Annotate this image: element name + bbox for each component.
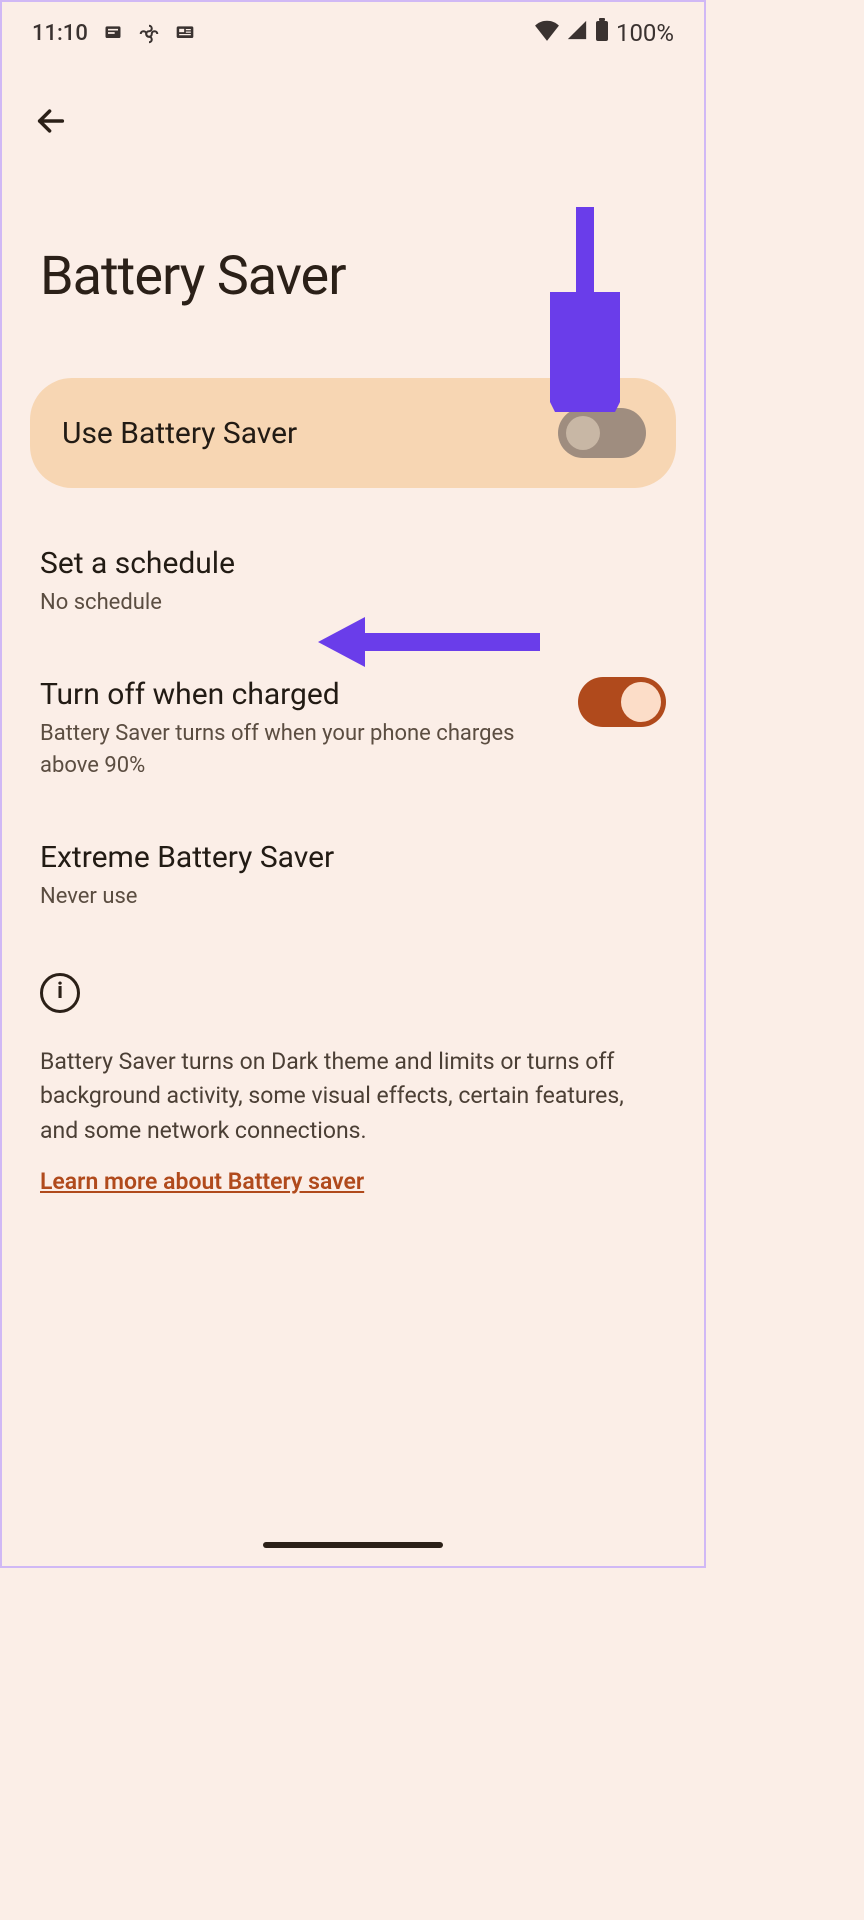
status-left: 11:10 [32, 21, 196, 46]
turn-off-when-charged-row[interactable]: Turn off when charged Battery Saver turn… [40, 677, 666, 782]
learn-more-link[interactable]: Learn more about Battery saver [40, 1168, 364, 1195]
status-time: 11:10 [32, 21, 88, 46]
turn-off-when-charged-toggle[interactable] [578, 677, 666, 727]
extreme-battery-saver-subtitle: Never use [40, 881, 666, 913]
use-battery-saver-label: Use Battery Saver [62, 416, 297, 451]
extreme-battery-saver-row[interactable]: Extreme Battery Saver Never use [40, 840, 666, 913]
info-icon: i [40, 973, 80, 1013]
battery-percent: 100% [616, 19, 674, 47]
turn-off-when-charged-title: Turn off when charged [40, 677, 548, 712]
status-right: 100% [534, 18, 674, 48]
extreme-battery-saver-title: Extreme Battery Saver [40, 840, 666, 875]
info-text: Battery Saver turns on Dark theme and li… [40, 1045, 666, 1149]
use-battery-saver-toggle[interactable] [558, 408, 646, 458]
news-icon [174, 23, 196, 43]
messages-icon [102, 23, 124, 43]
battery-icon [594, 18, 610, 48]
arrow-left-icon [34, 104, 68, 138]
annotation-arrow-left [310, 602, 550, 682]
annotation-arrow-down [550, 202, 620, 412]
signal-icon [566, 19, 588, 47]
set-schedule-title: Set a schedule [40, 546, 666, 581]
gesture-nav-bar[interactable] [263, 1542, 443, 1548]
turn-off-when-charged-subtitle: Battery Saver turns off when your phone … [40, 718, 548, 782]
wifi-icon [534, 19, 560, 47]
back-button[interactable] [27, 97, 75, 145]
pinwheel-icon [138, 23, 160, 43]
status-bar: 11:10 100% [2, 2, 704, 52]
